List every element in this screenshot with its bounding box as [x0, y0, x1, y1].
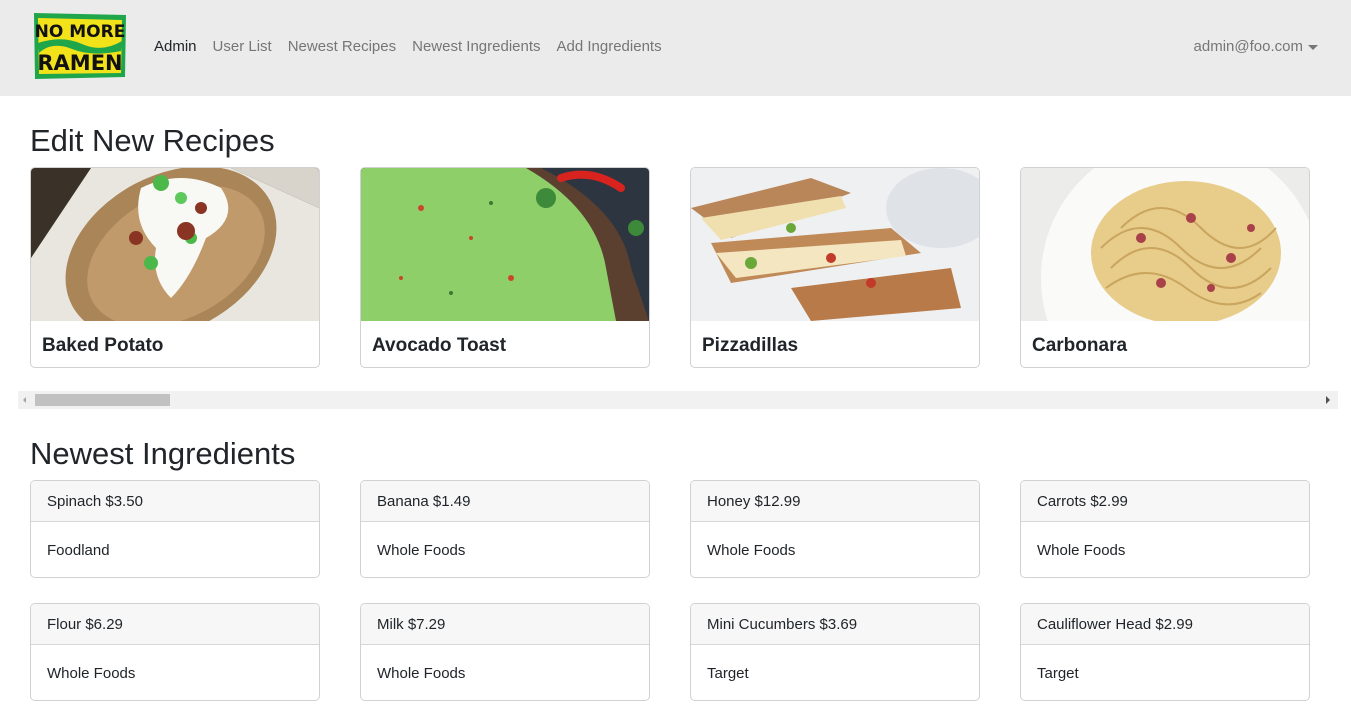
ingredient-card: Spinach $3.50 Foodland [30, 480, 320, 578]
svg-text:RAMEN: RAMEN [37, 51, 122, 75]
ingredient-store: Target [1037, 665, 1079, 682]
pizzadillas-image [691, 168, 979, 321]
no-more-ramen-logo[interactable]: NO MORE RAMEN [32, 11, 128, 81]
ingredient-store: Whole Foods [707, 542, 796, 559]
nav-newest-recipes[interactable]: Newest Recipes [288, 37, 396, 57]
carbonara-image [1021, 168, 1309, 321]
nav-add-ingredients[interactable]: Add Ingredients [557, 37, 662, 57]
ingredient-card: Honey $12.99 Whole Foods [690, 480, 980, 578]
recipe-name: Carbonara [1032, 335, 1128, 356]
ingredients-section-title: Newest Ingredients [30, 436, 296, 471]
ingredient-card: Flour $6.29 Whole Foods [30, 603, 320, 701]
navbar: NO MORE RAMEN Admin User List Newest Rec… [0, 0, 1351, 96]
scrollbar-thumb[interactable] [35, 394, 170, 406]
ingredient-card: Milk $7.29 Whole Foods [360, 603, 650, 701]
recipe-card-pizzadillas[interactable]: Pizzadillas [690, 167, 980, 368]
caret-down-icon [1308, 44, 1318, 50]
scroll-right-arrow-icon[interactable] [1326, 396, 1330, 404]
recipe-card-baked-potato[interactable]: Baked Potato [30, 167, 320, 368]
ingredient-card: Mini Cucumbers $3.69 Target [690, 603, 980, 701]
recipe-name: Avocado Toast [372, 335, 507, 356]
ingredient-card: Cauliflower Head $2.99 Target [1020, 603, 1310, 701]
ingredient-store: Whole Foods [1037, 542, 1126, 559]
scroll-left-arrow-icon[interactable] [23, 397, 26, 403]
user-email: admin@foo.com [1193, 38, 1303, 55]
ingredient-store: Foodland [47, 542, 110, 559]
recipe-card-carbonara[interactable]: Carbonara [1020, 167, 1310, 368]
ingredient-name-price: Honey $12.99 [691, 481, 979, 522]
recipe-carousel: Baked Potato Avocado Toast Pizzadillas C… [30, 167, 1320, 369]
recipe-name: Pizzadillas [702, 335, 799, 356]
ingredient-name-price: Milk $7.29 [361, 604, 649, 645]
svg-text:NO MORE: NO MORE [35, 22, 126, 42]
ingredient-card: Carrots $2.99 Whole Foods [1020, 480, 1310, 578]
ingredient-store: Target [707, 665, 749, 682]
nav-user-list[interactable]: User List [213, 37, 272, 57]
ingredient-name-price: Mini Cucumbers $3.69 [691, 604, 979, 645]
ingredient-name-price: Flour $6.29 [31, 604, 319, 645]
nav-admin[interactable]: Admin [154, 37, 197, 57]
ingredient-name-price: Cauliflower Head $2.99 [1021, 604, 1309, 645]
ingredient-card: Banana $1.49 Whole Foods [360, 480, 650, 578]
ingredient-store: Whole Foods [47, 665, 136, 682]
recipe-card-avocado-toast[interactable]: Avocado Toast [360, 167, 650, 368]
ingredient-name-price: Spinach $3.50 [31, 481, 319, 522]
recipe-carousel-scrollbar[interactable] [18, 391, 1338, 409]
avocado-toast-image [361, 168, 649, 321]
ingredient-store: Whole Foods [377, 665, 466, 682]
recipes-section-title: Edit New Recipes [30, 123, 275, 158]
baked-potato-image [31, 168, 319, 321]
main-nav: Admin User List Newest Recipes Newest In… [154, 37, 678, 57]
user-dropdown[interactable]: admin@foo.com [1194, 37, 1318, 57]
ingredient-name-price: Banana $1.49 [361, 481, 649, 522]
ingredient-name-price: Carrots $2.99 [1021, 481, 1309, 522]
recipe-name: Baked Potato [42, 335, 164, 356]
nav-newest-ingredients[interactable]: Newest Ingredients [412, 37, 540, 57]
ingredient-store: Whole Foods [377, 542, 466, 559]
